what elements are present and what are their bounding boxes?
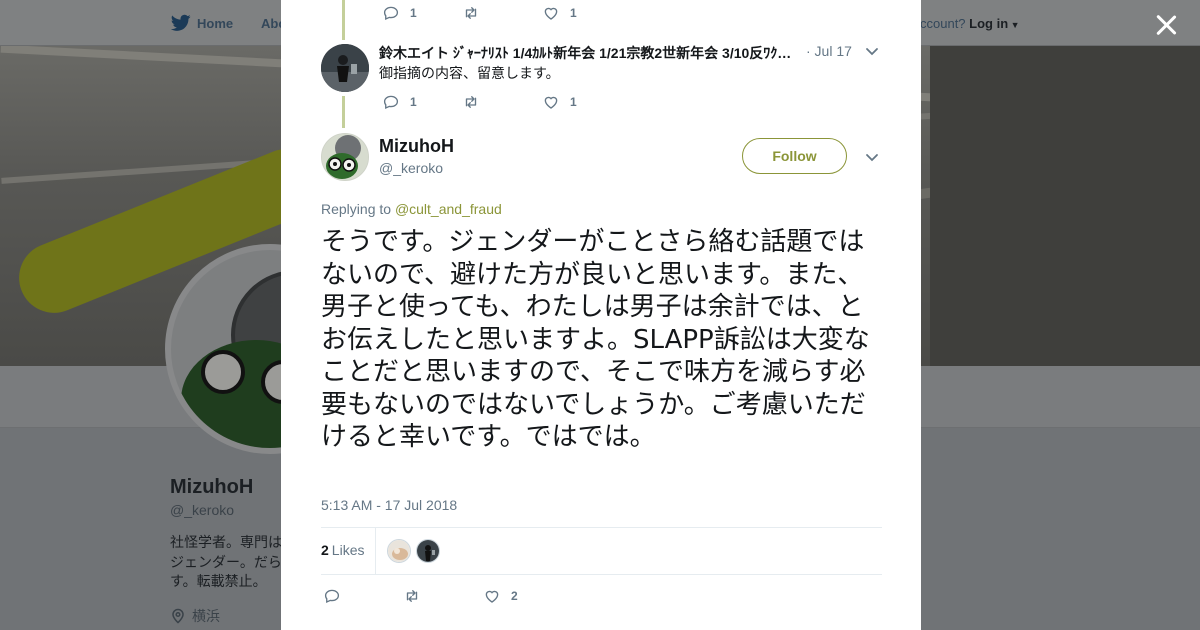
reply-button[interactable] [323,587,403,605]
likes-label: Likes [331,542,365,558]
retweet-button[interactable] [403,587,483,605]
reply-text: 御指摘の内容、留意します。 [379,65,560,81]
profile-location: 横浜 [170,606,220,626]
like-count: 2 [511,589,518,603]
chevron-down-icon[interactable] [864,149,880,165]
replying-prefix: Replying to [321,201,392,217]
login-area: ccount? Log in ▼ [920,16,1020,31]
caret-down-icon: ▼ [1008,20,1020,30]
account-prompt: ccount? [920,16,966,31]
retweet-button[interactable] [462,4,542,22]
main-author-name[interactable]: MizuhoH [379,136,454,157]
reply-count: 1 [410,95,417,109]
main-author-handle[interactable]: @_keroko [379,160,443,176]
close-icon[interactable] [1153,12,1179,38]
reply-icon [324,589,340,604]
retweet-icon [465,7,477,19]
person-photo-icon [321,44,369,92]
reply-author-name[interactable]: 鈴木エイト ｼﾞｬｰﾅﾘｽﾄ 1/4ｶﾙﾄ新年会 1/21宗教2世新年会 3/1… [379,43,849,63]
like-count: 1 [570,6,577,20]
reply-icon [383,6,399,21]
reply-author-avatar[interactable] [321,44,369,92]
nav-home[interactable]: Home [197,16,233,31]
heart-icon [544,7,558,20]
likes-stat[interactable]: 2 Likes [321,542,364,558]
location-pin-icon [172,608,184,624]
reply-date[interactable]: · Jul 17 [806,43,852,59]
reply-tweet-actions: 1 1 [382,93,622,111]
stats-divider [375,528,376,574]
heart-icon [485,590,499,603]
follow-button[interactable]: Follow [742,138,847,174]
reply-button[interactable]: 1 [382,4,462,22]
liker-avatar[interactable] [416,539,440,563]
tweet-timestamp[interactable]: 5:13 AM - 17 Jul 2018 [321,497,457,513]
profile-name: MizuhoH [170,476,254,498]
thread-line [342,0,345,40]
tweet-text: そうです。ジェンダーがことさら絡む話題ではないので、避けた方が良いと思います。ま… [321,227,870,452]
replying-to-link[interactable]: @cult_and_fraud [395,201,502,217]
retweet-button[interactable] [462,93,542,111]
main-tweet-actions: 2 [323,587,563,605]
reply-icon [383,95,399,110]
profile-handle: @_keroko [170,502,235,518]
like-button[interactable]: 1 [542,4,622,22]
like-button[interactable]: 1 [542,93,622,111]
top-tweet-actions: 1 1 [382,4,622,22]
thread-line [342,96,345,128]
heart-icon [544,96,558,109]
frog-avatar-icon [322,134,368,180]
likes-count: 2 [321,542,329,558]
reply-button[interactable]: 1 [382,93,462,111]
chevron-down-icon[interactable] [864,43,880,59]
profile-bio: 社怪学者。専門はジェンダー。だらす。転載禁止。 [170,534,282,589]
login-link[interactable]: Log in [969,16,1008,31]
retweet-icon [406,590,418,602]
liker-avatar[interactable] [387,539,411,563]
main-author-avatar[interactable] [321,133,369,181]
reply-count: 1 [410,6,417,20]
like-count: 1 [570,95,577,109]
profile-location-text: 横浜 [192,608,220,624]
twitter-bird-icon[interactable] [171,14,191,32]
retweet-icon [465,96,477,108]
replying-to: Replying to @cult_and_fraud [321,201,502,217]
tweet-stats: 2 Likes [321,527,882,575]
like-button[interactable]: 2 [483,587,563,605]
